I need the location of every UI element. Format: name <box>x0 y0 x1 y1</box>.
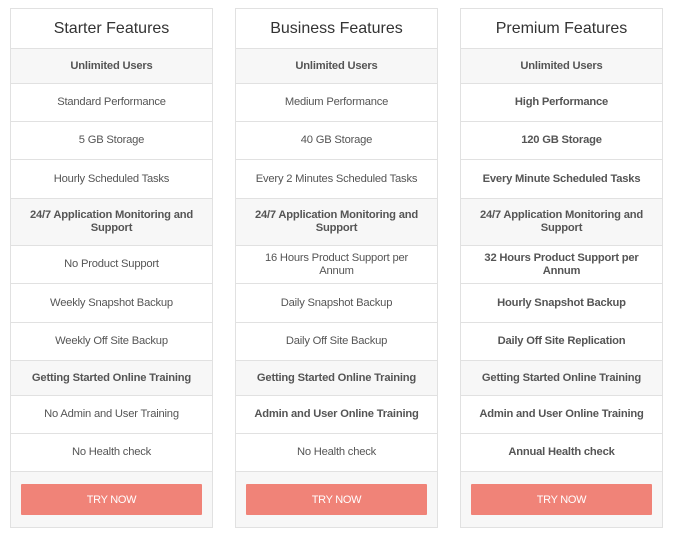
feature-monitoring: 24/7 Application Monitoring and Support <box>461 199 662 246</box>
feature-storage: 5 GB Storage <box>11 122 212 160</box>
feature-performance: High Performance <box>461 84 662 122</box>
feature-performance: Standard Performance <box>11 84 212 122</box>
plan-footer: TRY NOW <box>461 472 662 527</box>
feature-performance: Medium Performance <box>236 84 437 122</box>
feature-monitoring: 24/7 Application Monitoring and Support <box>11 199 212 246</box>
feature-admin-training: Admin and User Online Training <box>236 396 437 434</box>
plan-footer: TRY NOW <box>11 472 212 527</box>
feature-snapshot-backup: Daily Snapshot Backup <box>236 284 437 323</box>
feature-health-check: No Health check <box>11 434 212 472</box>
feature-admin-training: No Admin and User Training <box>11 396 212 434</box>
feature-scheduled-tasks: Every 2 Minutes Scheduled Tasks <box>236 160 437 199</box>
try-now-button-business[interactable]: TRY NOW <box>246 484 427 515</box>
feature-storage: 120 GB Storage <box>461 122 662 160</box>
feature-snapshot-backup: Weekly Snapshot Backup <box>11 284 212 323</box>
feature-product-support: 32 Hours Product Support per Annum <box>461 246 662 284</box>
feature-snapshot-backup: Hourly Snapshot Backup <box>461 284 662 323</box>
feature-scheduled-tasks: Hourly Scheduled Tasks <box>11 160 212 199</box>
feature-monitoring: 24/7 Application Monitoring and Support <box>236 199 437 246</box>
plan-card-premium: Premium Features Unlimited Users High Pe… <box>460 8 663 528</box>
feature-offsite-backup: Daily Off Site Replication <box>461 323 662 361</box>
feature-health-check: No Health check <box>236 434 437 472</box>
plan-title: Business Features <box>236 9 437 49</box>
feature-users: Unlimited Users <box>236 49 437 84</box>
feature-getting-started-training: Getting Started Online Training <box>11 361 212 396</box>
feature-health-check: Annual Health check <box>461 434 662 472</box>
feature-users: Unlimited Users <box>11 49 212 84</box>
feature-offsite-backup: Weekly Off Site Backup <box>11 323 212 361</box>
feature-getting-started-training: Getting Started Online Training <box>461 361 662 396</box>
feature-scheduled-tasks: Every Minute Scheduled Tasks <box>461 160 662 199</box>
plan-card-business: Business Features Unlimited Users Medium… <box>235 8 438 528</box>
feature-users: Unlimited Users <box>461 49 662 84</box>
feature-admin-training: Admin and User Online Training <box>461 396 662 434</box>
feature-storage: 40 GB Storage <box>236 122 437 160</box>
plan-title: Starter Features <box>11 9 212 49</box>
try-now-button-premium[interactable]: TRY NOW <box>471 484 652 515</box>
try-now-button-starter[interactable]: TRY NOW <box>21 484 202 515</box>
feature-offsite-backup: Daily Off Site Backup <box>236 323 437 361</box>
feature-product-support: 16 Hours Product Support per Annum <box>236 246 437 284</box>
plan-footer: TRY NOW <box>236 472 437 527</box>
pricing-plans: Starter Features Unlimited Users Standar… <box>10 8 663 528</box>
plan-title: Premium Features <box>461 9 662 49</box>
feature-product-support: No Product Support <box>11 246 212 284</box>
plan-card-starter: Starter Features Unlimited Users Standar… <box>10 8 213 528</box>
feature-getting-started-training: Getting Started Online Training <box>236 361 437 396</box>
